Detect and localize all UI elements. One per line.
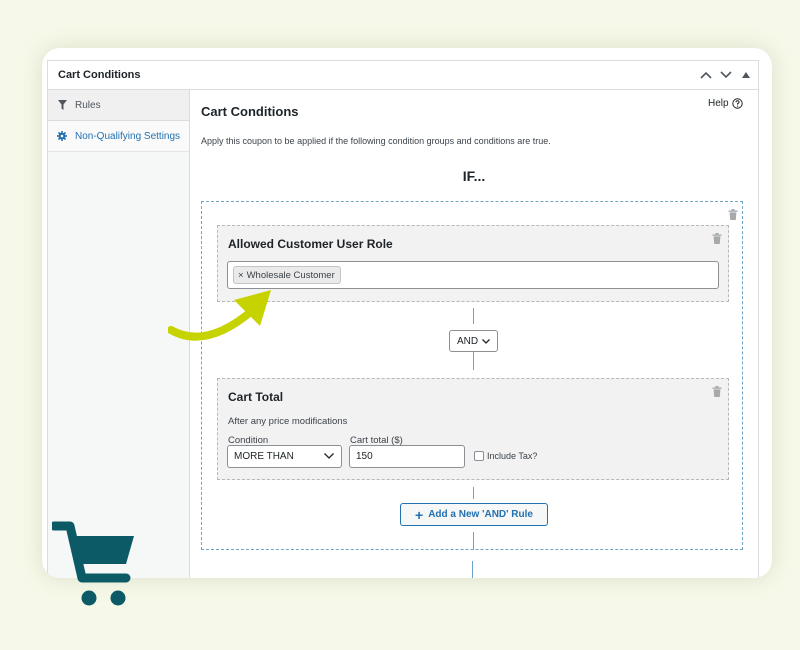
user-role-select[interactable]: × Wholesale Customer <box>227 261 719 289</box>
curved-arrow-icon <box>168 290 271 341</box>
role-condition-card: Allowed Customer User Role × Wholesale C… <box>217 225 729 302</box>
condition-group: Allowed Customer User Role × Wholesale C… <box>201 201 743 550</box>
delete-condition-icon[interactable] <box>712 386 722 397</box>
if-label: IF... <box>462 168 486 184</box>
move-up-icon[interactable] <box>698 67 714 83</box>
condition-title: Cart Total <box>228 390 284 404</box>
remove-tag-icon[interactable]: × <box>238 270 244 281</box>
selected-role-tag: × Wholesale Customer <box>233 266 341 284</box>
sidebar-item-rules[interactable]: Rules <box>48 90 189 121</box>
logic-operator-select[interactable]: AND <box>449 330 498 352</box>
filter-icon <box>56 99 68 111</box>
delete-group-icon[interactable] <box>728 209 738 220</box>
chevron-down-icon <box>324 453 334 459</box>
include-tax-option: Include Tax? <box>474 451 537 461</box>
connector-line <box>473 532 474 550</box>
panel-title: Cart Conditions <box>58 69 141 81</box>
help-link[interactable]: Help <box>708 98 743 109</box>
connector-line <box>473 352 474 370</box>
connector-line <box>473 308 474 324</box>
delete-condition-icon[interactable] <box>712 233 722 244</box>
gear-icon <box>56 130 68 142</box>
condition-select-value: MORE THAN <box>234 451 294 462</box>
plus-icon: + <box>415 506 424 523</box>
cart-conditions-panel: Cart Conditions Rules Non-Qualifying Set… <box>47 60 759 578</box>
include-tax-checkbox[interactable] <box>474 451 484 461</box>
logic-operator-value: AND <box>456 335 479 347</box>
tag-label: Wholesale Customer <box>246 269 335 281</box>
sidebar-item-label: Rules <box>75 99 101 111</box>
condition-select[interactable]: MORE THAN <box>227 445 342 468</box>
condition-title: Allowed Customer User Role <box>228 237 393 251</box>
section-description: Apply this coupon to be applied if the f… <box>201 136 551 146</box>
cart-total-condition-card: Cart Total After any price modifications… <box>217 378 729 480</box>
include-tax-label: Include Tax? <box>487 451 538 461</box>
sidebar-item-label: Non-Qualifying Settings <box>75 130 181 142</box>
move-down-icon[interactable] <box>718 67 734 83</box>
add-and-rule-button[interactable]: + Add a New 'AND' Rule <box>400 503 548 526</box>
help-label: Help <box>708 98 729 109</box>
collapse-toggle-icon[interactable] <box>738 67 754 83</box>
sidebar-item-non-qualifying-settings[interactable]: Non-Qualifying Settings <box>48 121 189 152</box>
add-rule-label: Add a New 'AND' Rule <box>428 509 533 520</box>
screenshot-card: Cart Conditions Rules Non-Qualifying Set… <box>42 48 772 578</box>
cart-total-input[interactable] <box>349 445 465 468</box>
section-title: Cart Conditions <box>201 104 299 119</box>
connector-line <box>473 487 474 499</box>
condition-subtitle: After any price modifications <box>228 416 348 427</box>
shopping-cart-icon <box>52 521 134 606</box>
help-circle-icon <box>731 98 743 109</box>
panel-header: Cart Conditions <box>48 61 758 90</box>
connector-line <box>472 561 473 578</box>
chevron-down-icon <box>482 338 491 344</box>
